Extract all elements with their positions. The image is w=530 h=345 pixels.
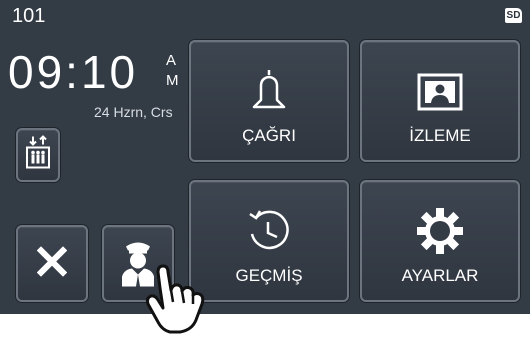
call-button[interactable]: ÇAĞRI <box>189 40 349 162</box>
clock-time: 09:10 <box>8 46 139 98</box>
clock-history-icon <box>244 206 294 261</box>
close-icon <box>36 245 68 281</box>
elevator-button[interactable] <box>16 128 60 182</box>
gear-icon <box>415 206 465 261</box>
settings-label: AYARLAR <box>401 266 479 285</box>
monitor-button[interactable]: İZLEME <box>360 40 520 162</box>
portrait-icon <box>416 72 464 117</box>
monitor-label: İZLEME <box>409 126 471 145</box>
clock-am-a: A <box>166 52 177 69</box>
elevator-icon <box>24 135 52 176</box>
pointing-hand-icon <box>140 258 220 343</box>
intercom-screen: 101 SD 09:10 A M 24 Hzrn, Crs ÇAĞRI İZLE… <box>0 0 530 314</box>
settings-button[interactable]: AYARLAR <box>360 180 520 302</box>
unit-number: 101 <box>12 5 46 27</box>
sd-card-badge: SD <box>505 8 522 23</box>
close-button[interactable] <box>16 225 88 302</box>
clock-am-m: M <box>166 72 179 89</box>
bell-icon <box>246 66 292 121</box>
call-label: ÇAĞRI <box>242 126 296 145</box>
date-line: 24 Hzrn, Crs <box>94 104 173 120</box>
